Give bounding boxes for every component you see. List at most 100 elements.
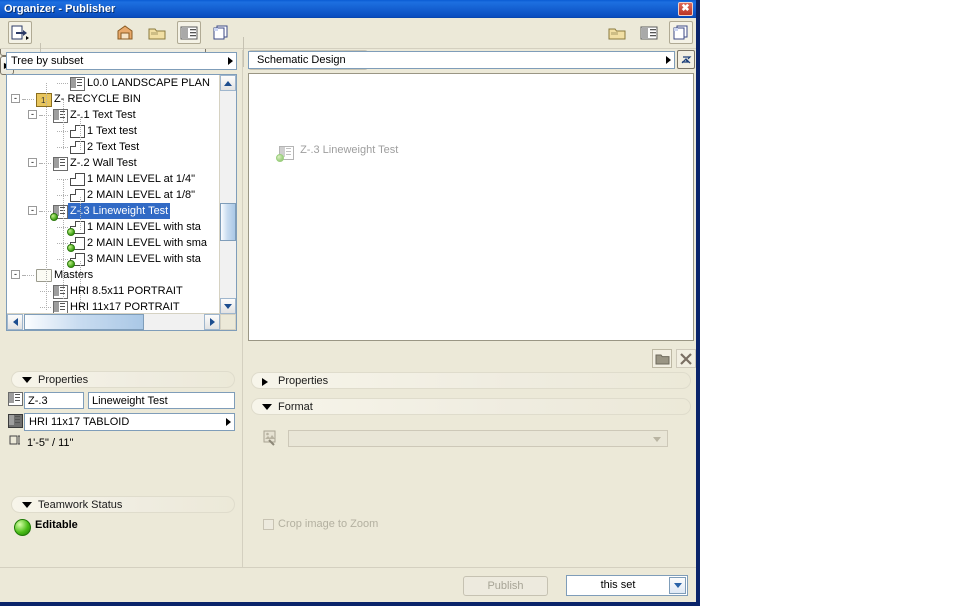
project-tree[interactable]: L0.0 LANDSCAPE PLAN - Z- RECYCLE BIN - Z-.1 … — [7, 75, 220, 313]
layout-icon — [8, 414, 23, 428]
tree-view-glyph — [180, 26, 198, 39]
tree-expander-toggle[interactable]: - — [28, 158, 37, 167]
publish-scope-select[interactable]: this set — [566, 575, 688, 596]
scroll-left-button[interactable] — [7, 314, 23, 330]
scroll-down-button[interactable] — [220, 298, 236, 314]
tree-item-label: Z-.2 Wall Test — [70, 157, 137, 169]
home-folder-icon[interactable] — [113, 21, 137, 44]
left-properties-section-header[interactable]: Properties — [11, 371, 235, 388]
project-tree-panel[interactable]: L0.0 LANDSCAPE PLAN - Z- RECYCLE BIN - Z-.1 … — [6, 74, 237, 331]
layout-combo[interactable]: HRI 11x17 TABLOID — [24, 413, 235, 431]
tree-item[interactable]: 2 MAIN LEVEL at 1/8" — [7, 187, 220, 203]
refresh-view-button[interactable] — [677, 50, 695, 69]
scroll-up-button[interactable] — [220, 75, 236, 91]
tree-view-icon[interactable] — [177, 21, 201, 44]
tree-item-label: Z- RECYCLE BIN — [54, 93, 141, 105]
schematic-view-combo[interactable]: Schematic Design — [248, 51, 675, 69]
close-icon[interactable]: ✖ — [678, 2, 693, 16]
tree-guide-line — [22, 275, 26, 276]
export-arrow-icon[interactable] — [8, 21, 32, 44]
schematic-item[interactable]: Z-.3 Lineweight Test — [276, 144, 399, 162]
schematic-design-view[interactable]: Z-.3 Lineweight Test — [248, 73, 694, 341]
tree-item[interactable]: - Z- RECYCLE BIN — [7, 91, 220, 109]
chevron-down-icon — [22, 377, 32, 383]
panel-splitter[interactable] — [242, 50, 243, 570]
chevron-down-icon-4[interactable] — [649, 433, 665, 445]
crop-image-label: Crop image to Zoom — [278, 518, 379, 530]
caret-left-icon — [12, 318, 18, 326]
tree-guide-line — [63, 180, 64, 300]
close-x-icon — [680, 352, 692, 365]
sheet-id-field[interactable]: Z-.3 — [24, 392, 84, 409]
right-properties-section-header[interactable]: Properties — [251, 372, 691, 389]
sheet-id-icon — [8, 392, 23, 406]
drawing-view-icon — [67, 221, 85, 236]
tree-item[interactable]: 3 MAIN LEVEL with sta — [7, 251, 220, 268]
tree-item-label: 2 MAIN LEVEL at 1/8" — [87, 189, 196, 201]
tree-item[interactable]: - Masters — [7, 267, 220, 283]
tree-expander-toggle[interactable]: - — [11, 270, 20, 279]
tree-item[interactable]: - Z-.3 Lineweight Test — [7, 203, 220, 221]
window-title: Organizer - Publisher — [4, 3, 116, 15]
home-folder-glyph — [117, 25, 133, 40]
tree-item[interactable]: 2 Text Test — [7, 139, 220, 155]
tree-guide-line — [46, 269, 47, 311]
tree-view-icon-2[interactable] — [637, 21, 661, 44]
copies-glyph — [213, 25, 228, 40]
tree-item[interactable]: HRI 8.5x11 PORTRAIT — [7, 283, 220, 299]
sheet-icon — [50, 205, 68, 221]
tree-expander-toggle[interactable]: - — [28, 110, 37, 119]
copies-glyph-2 — [673, 25, 688, 40]
page-size-glyph — [9, 435, 20, 445]
publish-button[interactable]: Publish — [463, 576, 548, 596]
scroll-corner — [220, 314, 236, 330]
status-indicator-dot — [14, 519, 31, 536]
left-properties-section-label: Properties — [38, 374, 89, 386]
delete-button[interactable] — [676, 349, 696, 368]
right-properties-section-label: Properties — [278, 375, 329, 387]
open-folder-glyph-2 — [608, 28, 626, 39]
tree-item[interactable]: HRI 11x17 PORTRAIT — [7, 299, 220, 313]
tree-item-label: 1 Text test — [87, 125, 137, 137]
copies-icon-2[interactable] — [669, 21, 693, 44]
open-folder-icon[interactable] — [145, 21, 169, 44]
tree-item[interactable]: 1 Text test — [7, 123, 220, 139]
tree-item[interactable]: 1 MAIN LEVEL at 1/4" — [7, 171, 220, 187]
crop-image-checkbox[interactable] — [263, 519, 274, 530]
tree-guide-line — [39, 115, 43, 116]
tree-view-mode-combo[interactable]: Tree by subset — [6, 52, 237, 70]
caret-right-icon — [209, 318, 215, 326]
image-format-glyph — [263, 430, 276, 446]
tree-vertical-scrollbar[interactable] — [219, 75, 236, 314]
drawing-view-icon — [70, 125, 85, 138]
tree-item[interactable]: 1 MAIN LEVEL with sta — [7, 219, 220, 236]
drawing-view-icon — [70, 141, 85, 154]
tree-item-label: HRI 11x17 PORTRAIT — [70, 301, 180, 313]
format-section-header[interactable]: Format — [251, 398, 691, 415]
copies-icon[interactable] — [209, 21, 233, 44]
image-format-combo[interactable] — [288, 430, 668, 447]
sheet-name-field[interactable]: Lineweight Test — [88, 392, 235, 409]
tree-expander-toggle[interactable]: - — [11, 94, 20, 103]
status-dot-ghost — [276, 154, 284, 162]
scroll-right-button[interactable] — [204, 314, 220, 330]
refresh-arrow-icon — [681, 56, 691, 64]
scroll-thumb-horizontal[interactable] — [24, 314, 144, 330]
tree-item[interactable]: L0.0 LANDSCAPE PLAN — [7, 75, 220, 91]
tree-item[interactable]: - Z-.2 Wall Test — [7, 155, 220, 171]
tree-item[interactable]: - Z-.1 Text Test — [7, 107, 220, 123]
chevron-down-icon-3 — [262, 404, 272, 410]
drawing-view-icon — [67, 237, 85, 252]
new-folder-button[interactable] — [652, 349, 672, 368]
tree-horizontal-scrollbar[interactable] — [7, 313, 220, 330]
drawing-view-icon — [70, 189, 85, 202]
tree-expander-toggle[interactable]: - — [28, 206, 37, 215]
open-folder-icon[interactable] — [605, 21, 629, 44]
chevron-down-icon-5[interactable] — [669, 577, 686, 594]
export-arrow-glyph — [11, 25, 29, 40]
teamwork-section-header[interactable]: Teamwork Status — [11, 496, 235, 513]
chevron-right-icon-2 — [226, 418, 231, 426]
schematic-item-label: Z-.3 Lineweight Test — [300, 144, 399, 156]
scroll-thumb-vertical[interactable] — [220, 203, 236, 241]
tree-item[interactable]: 2 MAIN LEVEL with sma — [7, 235, 220, 252]
